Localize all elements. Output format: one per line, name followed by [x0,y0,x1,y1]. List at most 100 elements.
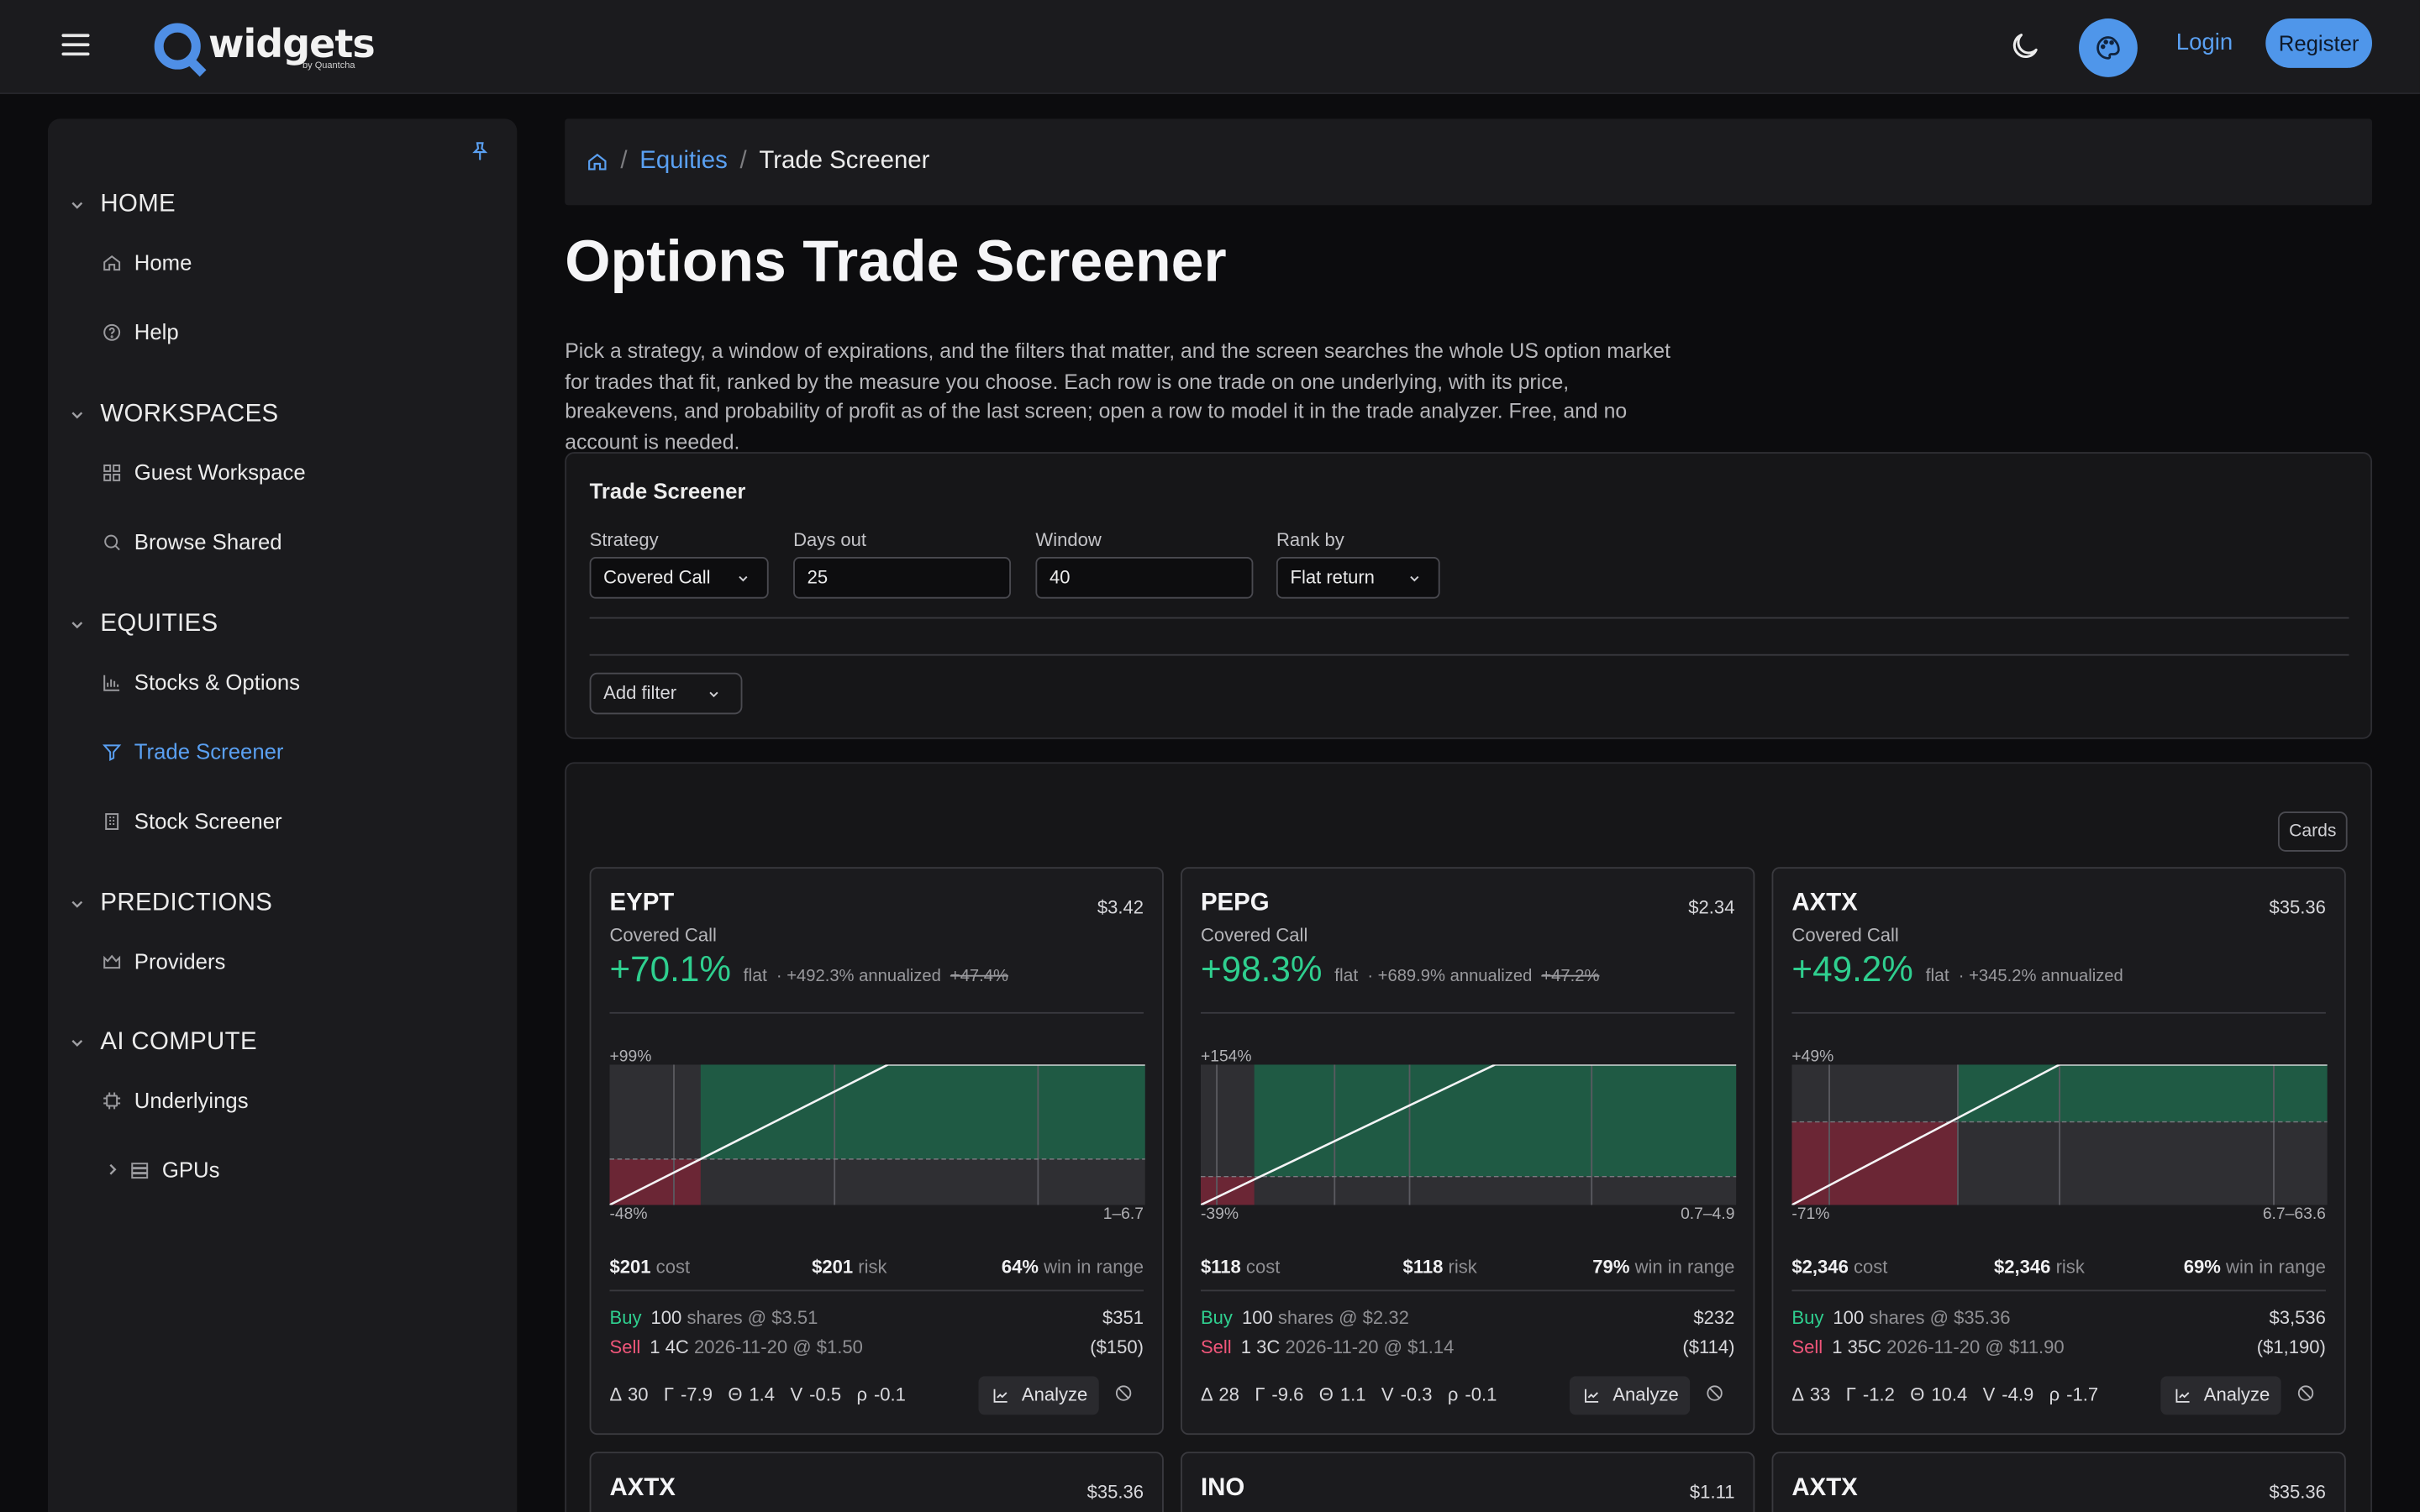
block-icon[interactable] [1114,1384,1133,1403]
analyze-button[interactable]: Analyze [2160,1376,2281,1415]
sidebar-item-stock-screener[interactable]: Stock Screener [102,808,282,833]
card-price: $35.36 [2269,1481,2326,1503]
buy-qty: 100 [1241,1306,1273,1329]
card-return-value: +49.2% [1791,948,1913,990]
days-out-input[interactable]: 25 [793,557,1012,599]
sidebar-item-label: Underlyings [134,1087,249,1113]
sidebar-item-underlyings[interactable]: Underlyings [102,1087,249,1113]
strategy-value: Covered Call [603,566,711,588]
card-return-kind: flat [1334,967,1359,986]
card-sell-leg: Sell 1 3C 2026-11-20 @ $1.14 ($114) [1201,1336,1734,1358]
sidebar-item-guest-workspace[interactable]: Guest Workspace [102,459,306,485]
card-greeks: Δ 30 Γ -7.9 Θ 1.4 V -0.5 ρ -0.1 [609,1384,921,1406]
breadcrumb-equities-link[interactable]: Equities [639,148,728,176]
logo-mark [154,23,201,70]
card-buy-leg: Buy 100 shares @ $3.51 $351 [609,1307,1143,1329]
greek-rho: ρ -0.1 [1447,1383,1497,1406]
buy-label: Buy [1200,1306,1233,1329]
buy-qty: 100 [1833,1306,1865,1329]
block-icon[interactable] [2296,1384,2315,1403]
sidebar-item-home[interactable]: Home [102,250,192,275]
sidebar-item-label: GPUs [161,1157,220,1182]
sidebar-section-ai-compute[interactable]: AI COMPUTE [70,1029,257,1057]
sidebar-item-label: Home [134,249,192,275]
greek-vega: V -4.9 [1982,1383,2034,1406]
window-input[interactable]: 40 [1035,557,1254,599]
add-filter-button[interactable]: Add filter [589,672,743,715]
sidebar-section-title: EQUITIES [100,611,218,638]
sidebar-section-workspaces[interactable]: WORKSPACES [70,402,279,429]
login-link[interactable]: Login [2176,29,2233,55]
sidebar-item-help[interactable]: Help [102,319,179,344]
payoff-chart [1200,1064,1737,1205]
payoff-range-label: 1–6.7 [1102,1205,1144,1224]
card-previous-return: +47.2% [1541,967,1600,986]
greek-gamma: Γ -1.2 [1845,1383,1895,1406]
sidebar-section-title: WORKSPACES [100,401,279,428]
sidebar-item-trade-screener[interactable]: Trade Screener [102,739,283,764]
pin-icon[interactable] [469,140,491,162]
card-price: $3.42 [1097,896,1144,918]
buy-amount: $3,536 [2269,1306,2326,1329]
window-label: Window [1035,528,1102,551]
trade-card[interactable]: EYPT $3.42 Covered Call +70.1% flat · +4… [589,867,1164,1436]
card-ticker: PEPG [1200,890,1270,916]
help-icon [103,323,121,340]
profit-region [1254,1064,1737,1177]
chevron-down-icon [71,622,83,629]
sidebar-item-label: Browse Shared [134,528,282,554]
card-win: 79% [1592,1256,1630,1278]
greek-rho: ρ -1.7 [2049,1383,2099,1406]
logo-text: widgets [208,21,376,66]
payoff-max-label: +154% [1200,1047,1252,1067]
menu-icon[interactable] [61,34,90,58]
sidebar-section-predictions[interactable]: PREDICTIONS [70,890,273,918]
sidebar-section-home[interactable]: HOME [70,192,176,219]
card-win-label: win in range [2226,1256,2326,1278]
sell-qty: 1 4C [650,1336,689,1358]
sidebar-item-gpus[interactable]: GPUs [105,1157,220,1182]
sell-label: Sell [1200,1336,1232,1358]
trade-card[interactable]: AXTX $35.36 [589,1452,1164,1512]
payoff-min-label: -39% [1200,1205,1239,1224]
view-toggle-button[interactable]: Cards [2277,811,2348,852]
screener-panel: Trade Screener Strategy Covered Call Day… [565,452,2373,739]
strategy-select[interactable]: Covered Call [589,557,769,599]
page-intro: Pick a strategy, a window of expirations… [565,339,1670,454]
grid-icon [103,464,121,480]
analyze-button[interactable]: Analyze [978,1376,1099,1415]
sidebar-item-providers[interactable]: Providers [102,949,225,974]
sidebar-section-equities[interactable]: EQUITIES [70,611,218,638]
analyze-label: Analyze [1021,1383,1088,1406]
card-ticker: AXTX [609,1474,676,1502]
card-return-kind: flat [1925,967,1949,986]
app-root: widgets by Quantcha Login Register HOME … [0,0,2420,1512]
rank-select[interactable]: Flat return [1276,557,1440,599]
card-return: +49.2% flat · +345.2% annualized [1791,949,2132,991]
moon-icon[interactable] [2008,29,2042,63]
card-sell-leg: Sell 1 4C 2026-11-20 @ $1.50 ($150) [609,1336,1143,1358]
filter-icon [103,743,122,761]
card-strategy: Covered Call [1791,924,1899,946]
palette-button[interactable] [2079,18,2138,77]
trade-card[interactable]: PEPG $2.34 Covered Call +98.3% flat · +6… [1181,867,1755,1436]
buy-label: Buy [609,1306,642,1329]
chevron-right-icon [109,1163,117,1175]
card-risk-label: risk [858,1256,887,1278]
block-icon[interactable] [1706,1384,1724,1403]
breadcrumb: / Equities / Trade Screener [565,118,2373,206]
sell-amount: ($1,190) [2256,1336,2326,1358]
card-risk: $2,346 [1994,1256,2051,1278]
analyze-button[interactable]: Analyze [1569,1376,1691,1415]
chevron-down-icon [709,691,718,698]
trade-card[interactable]: AXTX $35.36 [1771,1452,2346,1512]
card-annualized: · +492.3% annualized [776,967,941,986]
sidebar-item-browse-shared[interactable]: Browse Shared [102,528,282,554]
trade-card[interactable]: INO $1.11 [1181,1452,1755,1512]
home-icon[interactable] [587,151,608,173]
trade-card[interactable]: AXTX $35.36 Covered Call +49.2% flat · +… [1771,867,2346,1436]
sidebar-item-stocks-options[interactable]: Stocks & Options [102,669,300,695]
chevron-down-icon [71,202,83,209]
register-button[interactable]: Register [2265,18,2373,68]
card-divider [609,1011,1144,1014]
